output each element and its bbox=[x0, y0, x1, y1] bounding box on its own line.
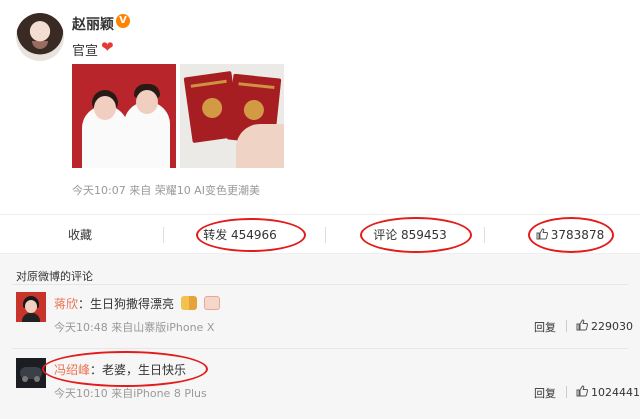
author-avatar[interactable] bbox=[16, 13, 64, 61]
comment-like-count: 229030 bbox=[591, 320, 633, 333]
face-right bbox=[136, 90, 158, 114]
face-emoji-icon bbox=[203, 296, 220, 310]
author-name[interactable]: 赵丽颖 bbox=[72, 14, 114, 34]
weibo-post: 赵丽颖 V 官宣 ❤ 今天10:07 来自 荣耀10 AI变色更潮美 bbox=[0, 0, 640, 214]
commenter-name[interactable]: 冯绍峰 bbox=[54, 363, 90, 377]
comment-item: 冯绍峰：老婆，生日快乐 bbox=[54, 361, 186, 378]
verified-badge-icon: V bbox=[116, 14, 130, 28]
comment-like-count: 1024441 bbox=[591, 386, 640, 399]
like-count: 3783878 bbox=[550, 228, 605, 242]
post-photo-couple[interactable] bbox=[72, 64, 176, 168]
commenter-avatar[interactable] bbox=[16, 292, 46, 322]
comments-header: 对原微博的评论 bbox=[16, 270, 93, 283]
face-left bbox=[94, 96, 116, 120]
comment-item: 蒋欣：生日狗撒得漂亮 bbox=[54, 295, 220, 312]
favorite-button[interactable]: 收藏 bbox=[40, 215, 120, 255]
thumbs-up-icon bbox=[576, 319, 588, 331]
comment-text: ：老婆，生日快乐 bbox=[90, 363, 187, 377]
reply-button[interactable]: 回复 bbox=[534, 385, 556, 401]
hand-image bbox=[236, 124, 284, 168]
repost-button[interactable]: 转发 454966 bbox=[200, 215, 280, 255]
reply-button[interactable]: 回复 bbox=[534, 319, 556, 335]
post-meta: 今天10:07 来自 荣耀10 AI变色更潮美 bbox=[72, 184, 260, 197]
dog-emoji-icon bbox=[180, 296, 197, 310]
comment-divider bbox=[12, 348, 628, 349]
commenter-name[interactable]: 蒋欣 bbox=[54, 297, 78, 311]
comment-text: ：生日狗撒得漂亮 bbox=[78, 297, 175, 311]
comment-button[interactable]: 评论 859453 bbox=[365, 215, 455, 255]
heart-icon: ❤ bbox=[101, 38, 114, 56]
thumbs-up-icon bbox=[576, 385, 588, 397]
comment-meta: 今天10:10 来自iPhone 8 Plus bbox=[54, 387, 207, 400]
comment-like-button[interactable]: 1024441 bbox=[576, 385, 640, 399]
thumbs-up-icon bbox=[536, 228, 548, 240]
comment-like-button[interactable]: 229030 bbox=[576, 319, 633, 333]
action-bar: 收藏 转发 454966 评论 859453 3783878 bbox=[0, 214, 640, 254]
like-button[interactable]: 3783878 bbox=[530, 215, 610, 255]
post-photo-certificates[interactable] bbox=[180, 64, 284, 168]
commenter-avatar[interactable] bbox=[16, 358, 46, 388]
comments-section: 对原微博的评论 蒋欣：生日狗撒得漂亮 今天10:48 来自山寨版iPhone X… bbox=[0, 254, 640, 419]
comments-divider bbox=[12, 284, 628, 285]
comment-meta: 今天10:48 来自山寨版iPhone X bbox=[54, 321, 215, 334]
post-text: 官宣 bbox=[72, 44, 99, 59]
